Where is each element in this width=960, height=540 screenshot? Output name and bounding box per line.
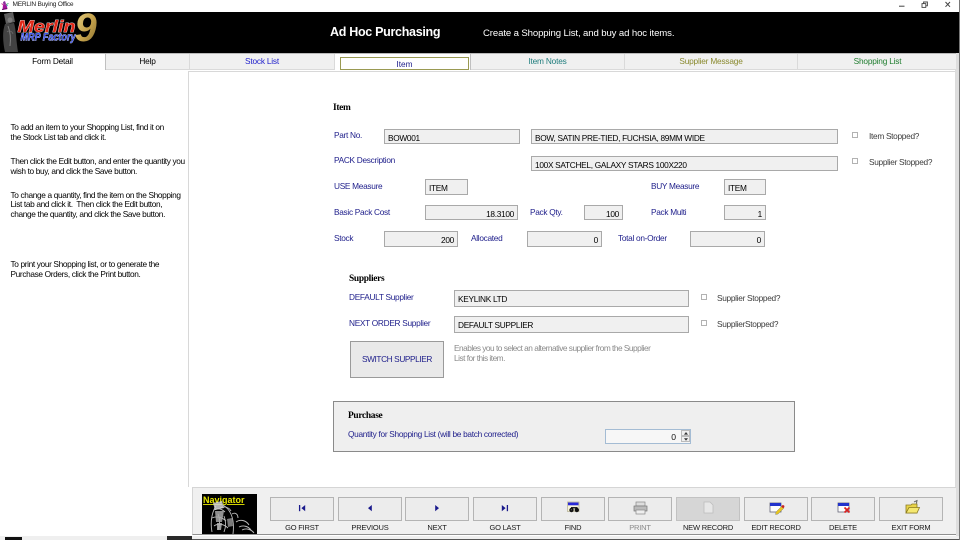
svg-text:MRP Factory: MRP Factory: [21, 31, 77, 43]
svg-text:Navigator: Navigator: [203, 495, 245, 505]
svg-text:9: 9: [75, 12, 98, 50]
